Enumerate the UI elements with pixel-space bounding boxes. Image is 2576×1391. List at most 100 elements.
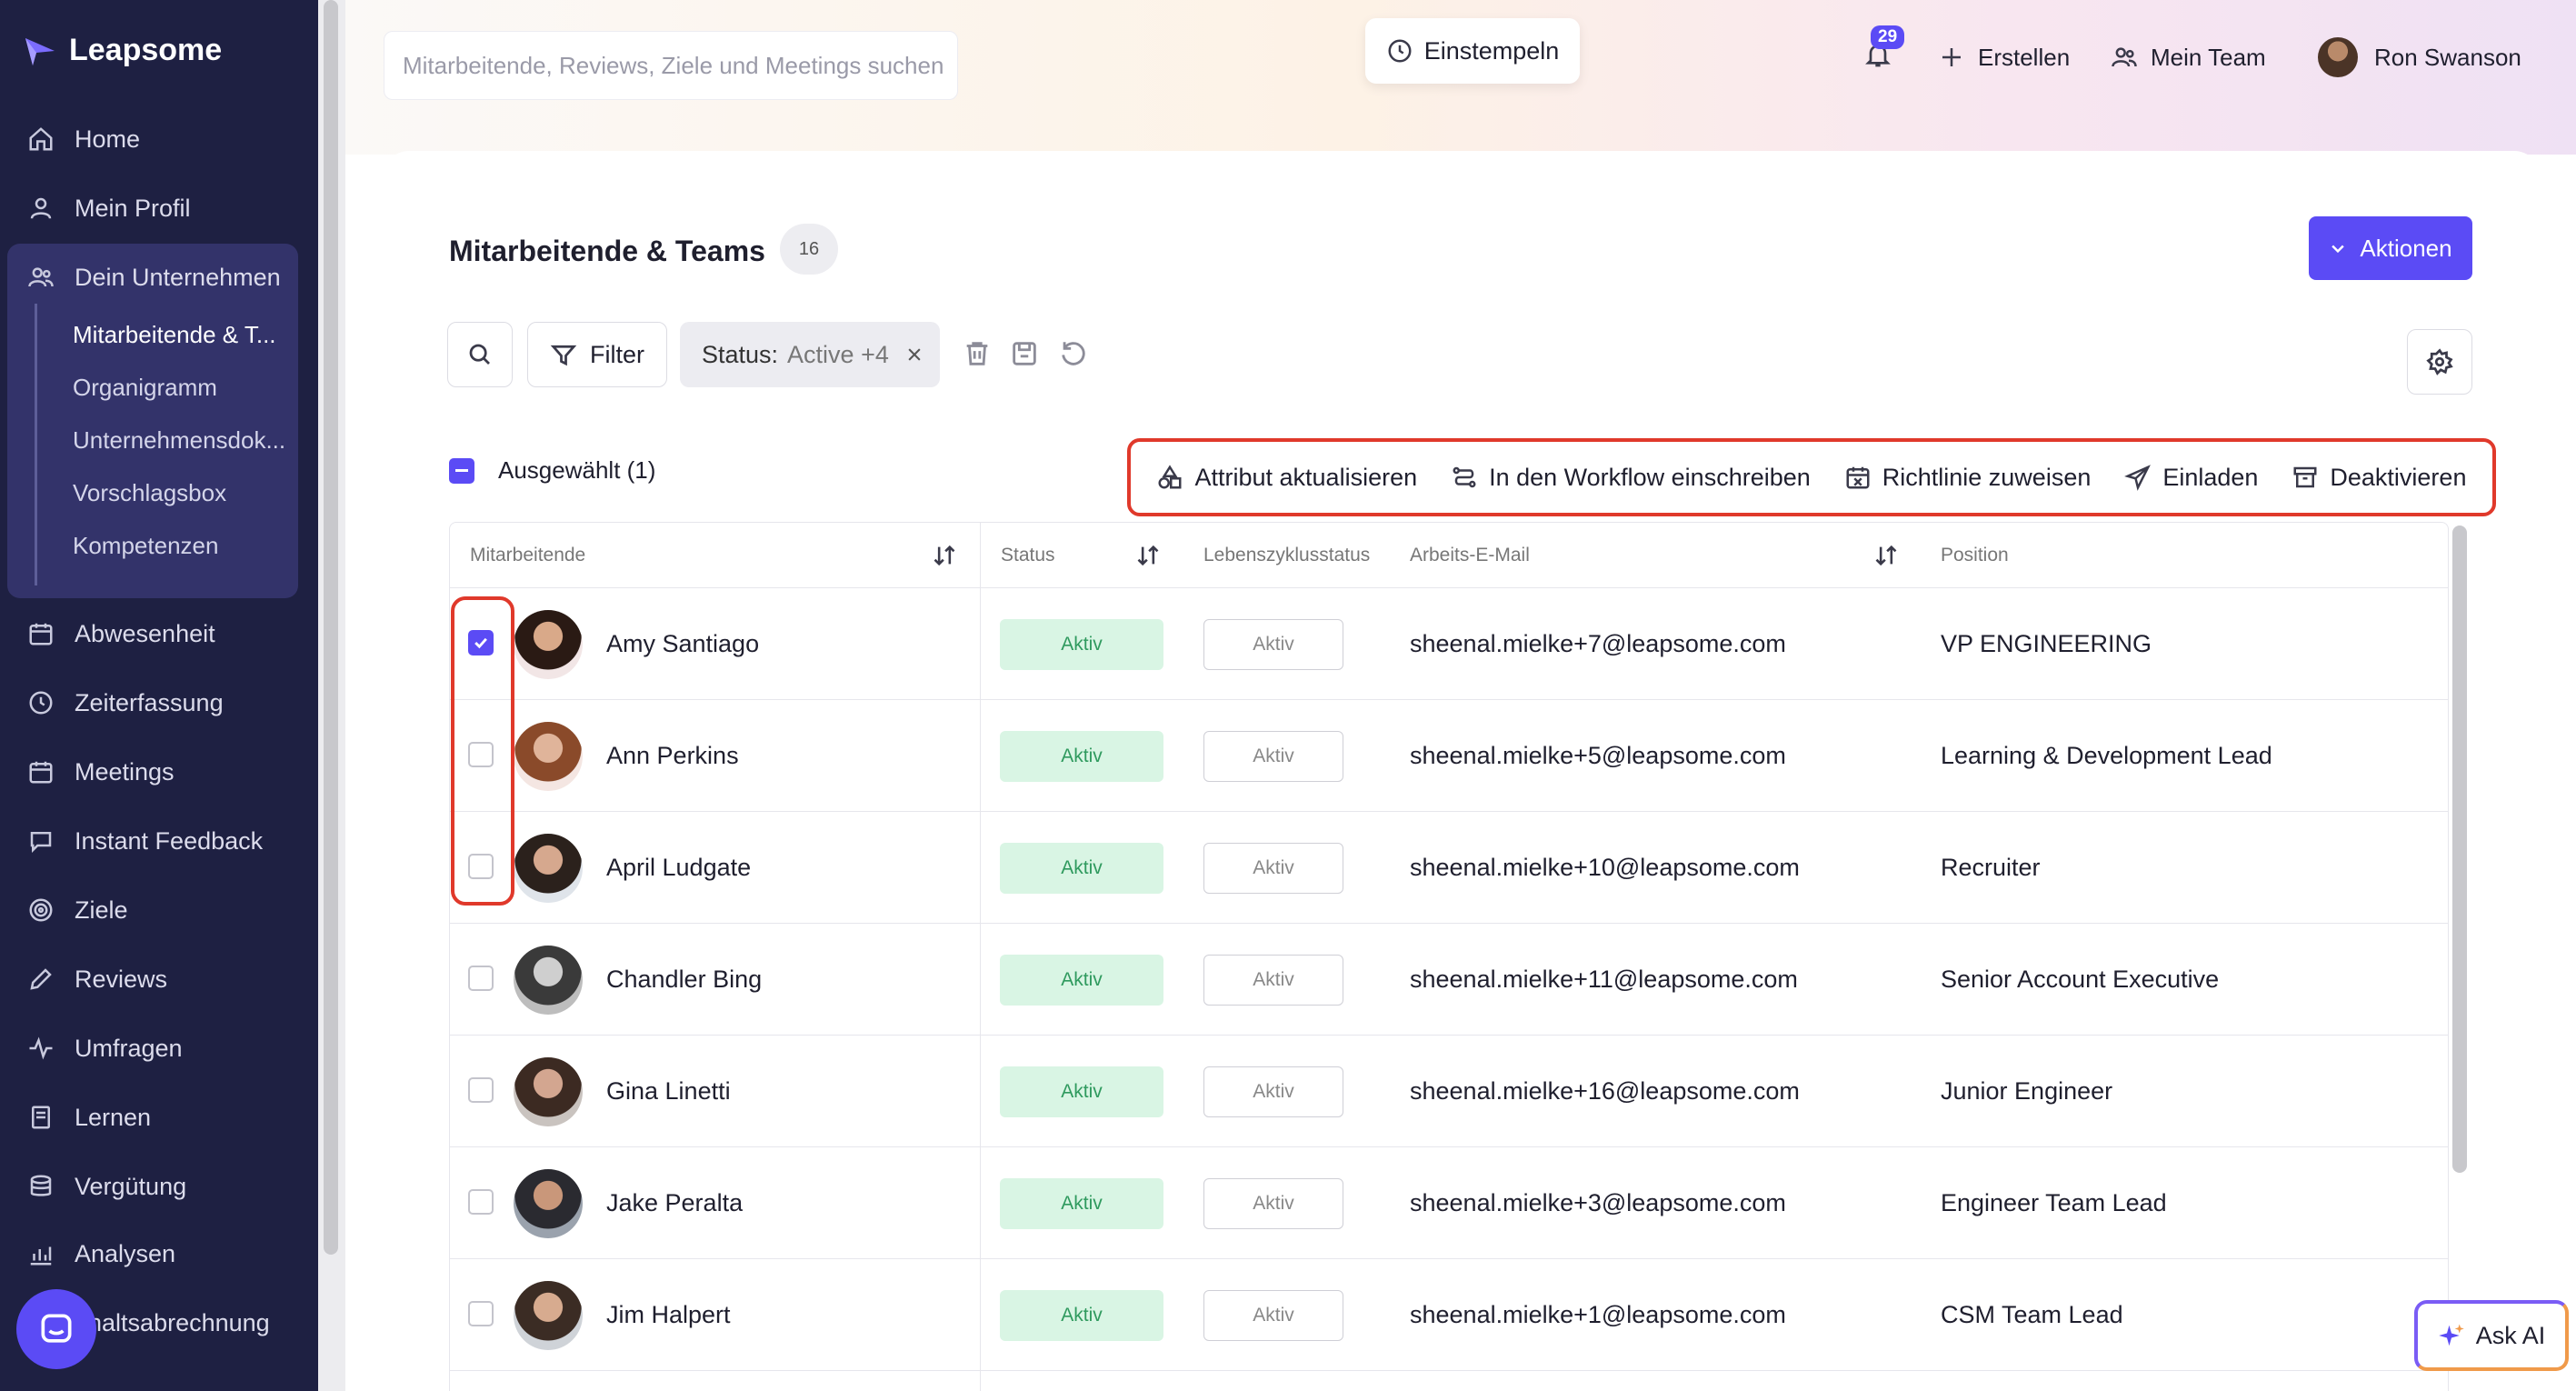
filter-button[interactable]: Filter [527,322,667,387]
users-icon [27,264,55,291]
search-input[interactable]: Mitarbeitende, Reviews, Ziele und Meetin… [384,31,958,100]
sort-status-button[interactable] [1135,523,1161,588]
brand-name: Leapsome [69,33,223,67]
subnav-employees-teams[interactable]: Mitarbeitende & T... [73,315,276,355]
create-button[interactable]: Erstellen [1938,36,2070,78]
team-icon [2112,47,2137,67]
table-search-button[interactable] [447,322,513,387]
subnav-competencies[interactable]: Kompetenzen [73,525,218,565]
sidebar-item-company[interactable]: Dein Unternehmen [27,255,281,300]
leapsome-logo[interactable]: Leapsome [24,33,222,68]
checkbox-highlight [451,596,514,906]
sidebar-item-profile[interactable]: Mein Profil [27,185,191,231]
close-icon[interactable] [905,345,924,364]
sidebar-item-analytics[interactable]: Analysen [27,1231,175,1276]
clockin-button[interactable]: Einstempeln [1365,18,1580,84]
sidebar-item-label: Reviews [75,965,168,993]
work-email: sheenal.mielke+16@leapsome.com [1410,1077,1800,1105]
chat-support-button[interactable] [16,1289,96,1369]
row-checkbox[interactable] [468,1301,494,1326]
avatar[interactable] [514,834,583,903]
column-header-position[interactable]: Position [1941,523,2009,588]
avatar[interactable] [514,946,583,1015]
table-row[interactable]: Ann Perkins Aktiv Aktiv sheenal.mielke+5… [450,700,2448,812]
sort-email-button[interactable] [1873,523,1899,588]
column-header-employee[interactable]: Mitarbeitende [470,523,585,588]
sidebar-scrollbar[interactable] [324,0,338,1255]
gear-icon [2426,348,2453,375]
employee-name[interactable]: Amy Santiago [606,588,759,700]
sidebar-item-label: Lernen [75,1103,152,1131]
coins-icon [27,1173,55,1200]
avatar [2318,37,2358,77]
table-scrollbar[interactable] [2452,525,2467,1173]
sidebar-item-compensation[interactable]: Vergütung [27,1164,186,1209]
position: Junior Engineer [1941,1077,2113,1105]
sidebar-item-label: Home [75,125,141,153]
employee-name[interactable]: April Ludgate [606,812,751,924]
pen-icon [27,966,55,993]
actions-button[interactable]: Aktionen [2309,216,2472,280]
sidebar-item-surveys[interactable]: Umfragen [27,1026,183,1071]
table-row[interactable]: April Ludgate Aktiv Aktiv sheenal.mielke… [450,812,2448,924]
employee-name[interactable]: Gina Linetti [606,1036,731,1147]
sidebar-item-goals[interactable]: Ziele [27,887,128,933]
column-header-email[interactable]: Arbeits-E-Mail [1410,523,1530,588]
ask-ai-button[interactable]: Ask AI [2414,1300,2569,1371]
employee-name[interactable]: Jake Peralta [606,1147,743,1259]
table-row[interactable]: Amy Santiago Aktiv Aktiv sheenal.mielke+… [450,588,2448,700]
avatar[interactable] [514,722,583,791]
table-row[interactable]: Gina Linetti Aktiv Aktiv sheenal.mielke+… [450,1036,2448,1147]
subnav-label: Kompetenzen [73,531,219,559]
user-menu[interactable]: Ron Swanson [2318,36,2521,78]
update-attribute-button[interactable]: Attribut aktualisieren [1156,464,1417,492]
assign-policy-button[interactable]: Richtlinie zuweisen [1844,464,2091,492]
avatar[interactable] [514,1281,583,1350]
table-row[interactable]: Jake Peralta Aktiv Aktiv sheenal.mielke+… [450,1147,2448,1259]
delete-filter-button[interactable] [962,338,993,369]
my-team-button[interactable]: Mein Team [2111,36,2266,78]
employee-name[interactable]: Ann Perkins [606,700,739,812]
sidebar-item-label: Abwesenheit [75,619,215,647]
sidebar-item-instant-feedback[interactable]: Instant Feedback [27,818,263,864]
enroll-workflow-button[interactable]: In den Workflow einschreiben [1451,464,1811,492]
save-filter-button[interactable] [1009,338,1040,369]
reset-filter-button[interactable] [1058,338,1089,369]
sidebar-item-time-tracking[interactable]: Zeiterfassung [27,680,224,726]
subnav-company-docs[interactable]: Unternehmensdok... [73,420,285,460]
select-all-checkbox[interactable] [449,457,474,484]
sidebar-item-home[interactable]: Home [27,116,140,162]
sparkle-icon [2438,1324,2464,1346]
deactivate-button[interactable]: Deaktivieren [2291,464,2466,492]
column-header-lifecycle[interactable]: Lebenszyklusstatus [1203,523,1370,588]
column-header-status[interactable]: Status [1001,523,1055,588]
bulk-action-label: Attribut aktualisieren [1194,463,1418,491]
subnav-suggestion-box[interactable]: Vorschlagsbox [73,473,226,513]
subnav-org-chart[interactable]: Organigramm [73,367,217,407]
employee-name[interactable]: Jim Halpert [606,1259,731,1371]
sidebar-item-learning[interactable]: Lernen [27,1095,151,1140]
invite-button[interactable]: Einladen [2124,464,2258,492]
work-email: sheenal.mielke+11@leapsome.com [1410,966,1798,993]
row-checkbox[interactable] [468,1189,494,1215]
ask-ai-label: Ask AI [2475,1321,2546,1349]
lifecycle-status-badge: Aktiv [1203,1178,1343,1229]
table-row[interactable]: Jim Halpert Aktiv Aktiv sheenal.mielke+1… [450,1259,2448,1371]
row-checkbox[interactable] [468,1077,494,1103]
avatar[interactable] [514,610,583,679]
status-badge: Aktiv [1000,1290,1163,1341]
sort-employee-button[interactable] [932,523,957,588]
sidebar-item-absence[interactable]: Abwesenheit [27,611,215,656]
row-checkbox[interactable] [468,966,494,991]
employee-name[interactable]: Chandler Bing [606,924,762,1036]
table-settings-button[interactable] [2407,329,2472,395]
bulk-actions-bar: Attribut aktualisieren In den Workflow e… [1127,438,2496,516]
status-filter-chip[interactable]: Status: Active +4 [680,322,940,387]
table-row[interactable]: Chandler Bing Aktiv Aktiv sheenal.mielke… [450,924,2448,1036]
user-name: Ron Swanson [2374,43,2521,71]
subnav-label: Vorschlagsbox [73,478,227,506]
avatar[interactable] [514,1057,583,1126]
avatar[interactable] [514,1169,583,1238]
sidebar-item-reviews[interactable]: Reviews [27,956,167,1002]
sidebar-item-meetings[interactable]: Meetings [27,749,175,795]
